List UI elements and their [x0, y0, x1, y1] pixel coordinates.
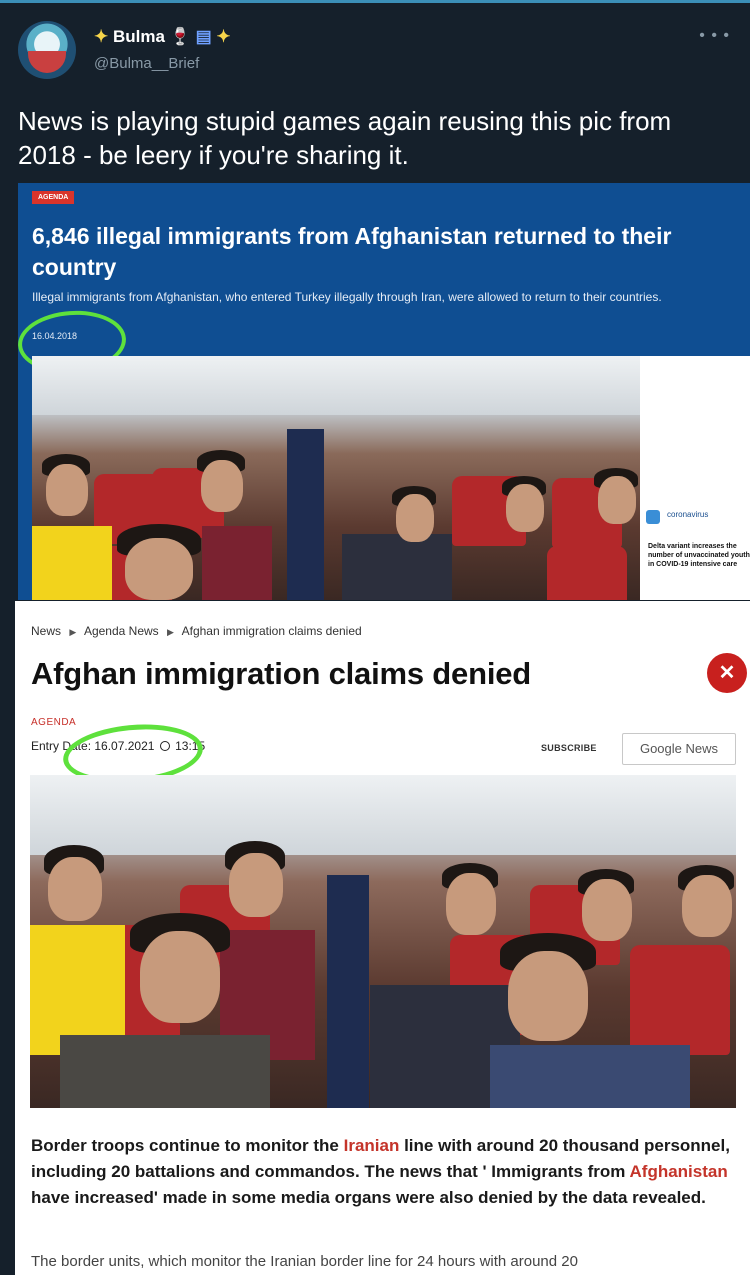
google-news-button[interactable]: Google News: [622, 733, 736, 765]
chat-bubble-icon: [646, 510, 660, 524]
tweet-text: News is playing stupid games again reusi…: [18, 106, 672, 170]
airplane-cabin-photo: [30, 775, 736, 1108]
sidebar-promo-text[interactable]: Delta variant increases the number of un…: [648, 542, 750, 569]
chevron-right-icon: ▶: [69, 627, 77, 637]
breadcrumb: News ▶ Agenda News ▶ Afghan immigration …: [31, 624, 362, 638]
subscribe-button[interactable]: SUBSCRIBE: [541, 743, 597, 753]
article-2018-headline: 6,846 illegal immigrants from Afghanista…: [32, 223, 672, 280]
display-name[interactable]: ✦ Bulma 🍷 ▤ ✦: [94, 27, 231, 47]
article-2018-screenshot: AGENDA 6,846 illegal immigrants from Afg…: [15, 183, 750, 600]
breadcrumb-current: Afghan immigration claims denied: [181, 624, 362, 638]
article-body-paragraph: The border units, which monitor the Iran…: [31, 1253, 578, 1270]
category-badge: AGENDA: [32, 191, 75, 204]
article-2021-headline: Afghan immigration claims denied: [31, 656, 532, 691]
article-body-lead: Border troops continue to monitor the Ir…: [31, 1136, 730, 1207]
sidebar-tag[interactable]: coronavirus: [667, 510, 708, 519]
link-afghanistan[interactable]: Afghanistan: [630, 1162, 728, 1181]
breadcrumb-agenda-news[interactable]: Agenda News: [84, 624, 159, 638]
article-2018-subheadline: Illegal immigrants from Afghanistan, who…: [32, 290, 662, 304]
chevron-right-icon: ▶: [167, 627, 174, 637]
category-label[interactable]: AGENDA: [31, 717, 76, 728]
tweet: ✦ Bulma 🍷 ▤ ✦ @Bulma__Brief • • • News i…: [0, 0, 750, 183]
more-options-icon[interactable]: • • •: [699, 27, 730, 45]
airplane-cabin-photo: [32, 356, 640, 600]
us-flag-icon: ▤: [195, 27, 212, 46]
link-iranian[interactable]: Iranian: [344, 1136, 400, 1155]
avatar[interactable]: [18, 21, 76, 79]
close-button[interactable]: ✕: [707, 653, 747, 693]
breadcrumb-news[interactable]: News: [31, 624, 61, 638]
sparkle-icon: ✦: [216, 27, 231, 46]
sidebar-panel: coronavirus Delta variant increases the …: [640, 356, 750, 600]
user-handle[interactable]: @Bulma__Brief: [94, 55, 199, 72]
wine-glass-icon: 🍷: [169, 27, 191, 46]
sparkle-icon: ✦: [94, 27, 109, 46]
